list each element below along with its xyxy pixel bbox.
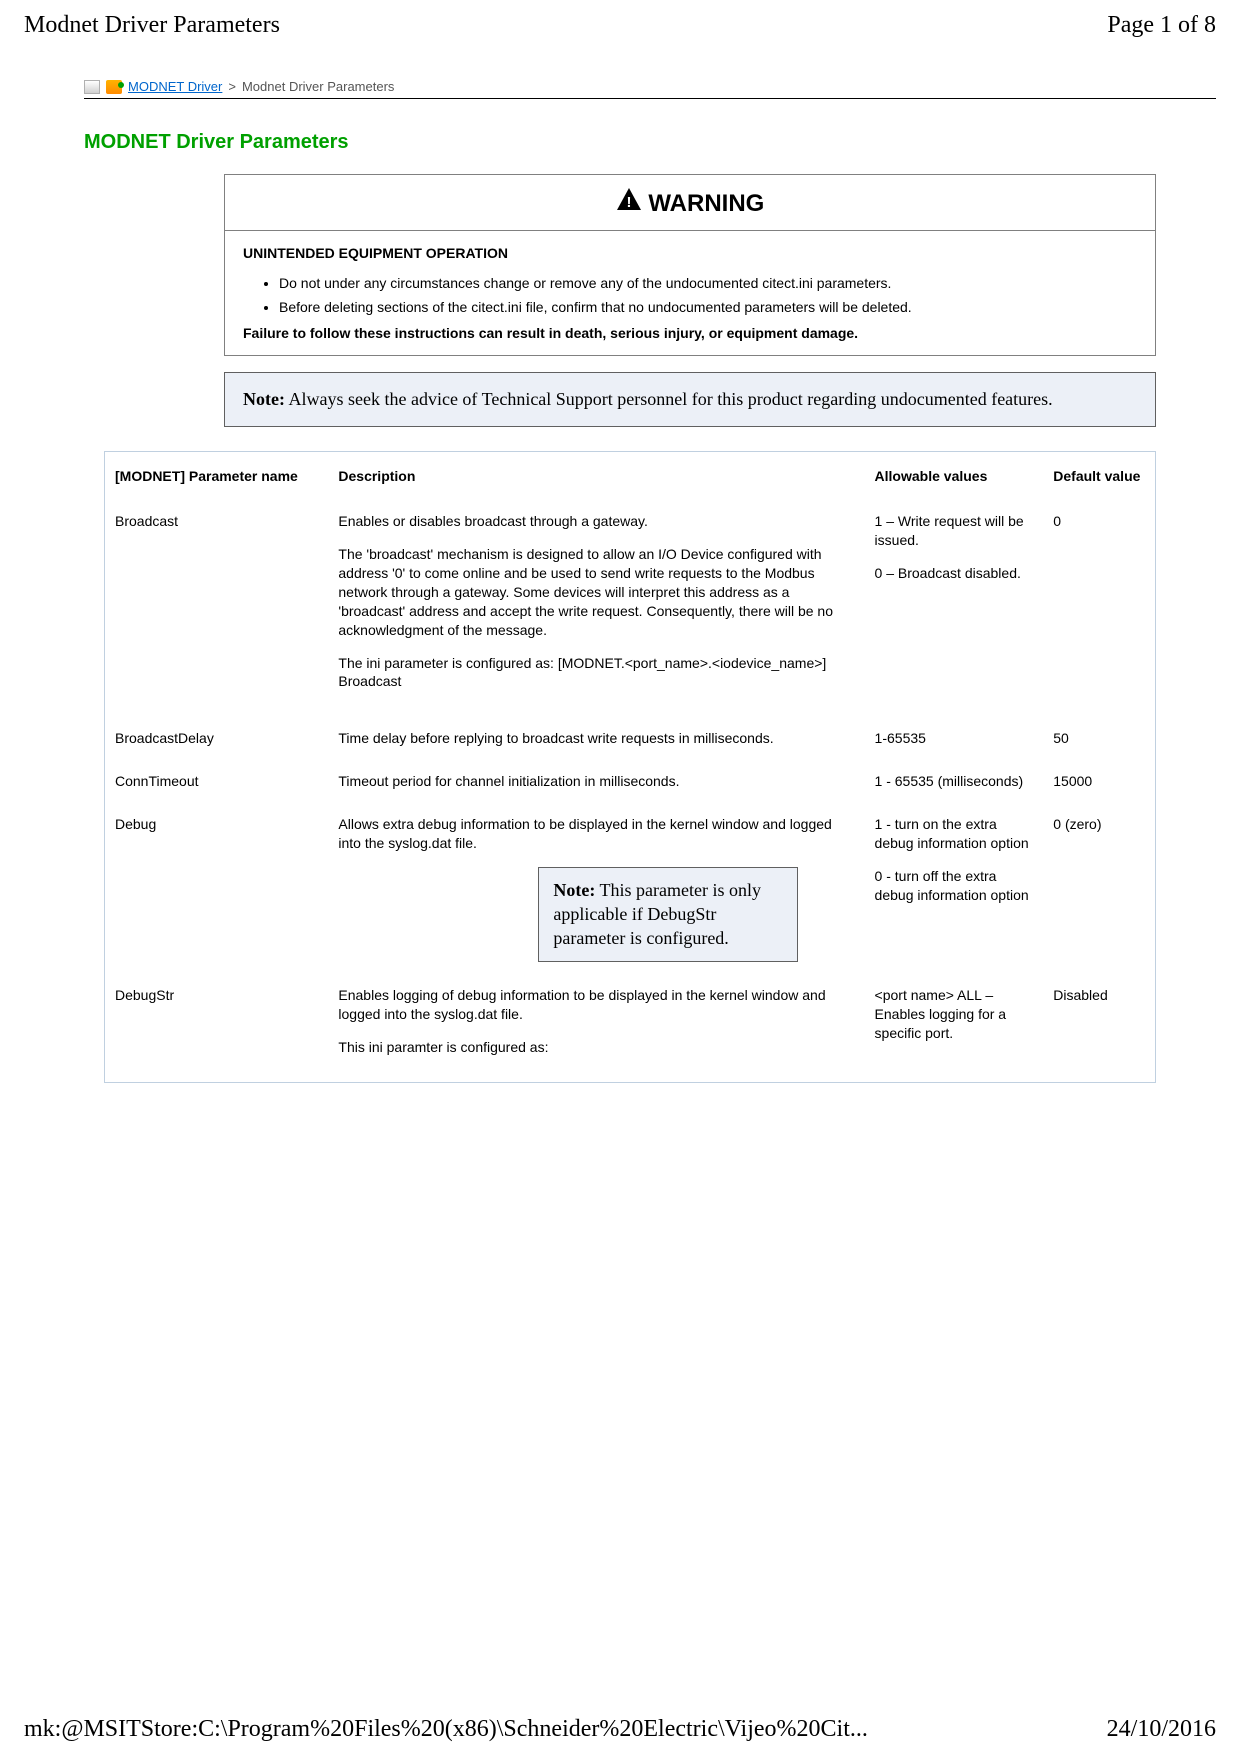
param-allowable: 0 - turn off the extra debug information… [875,867,1034,905]
footer-date: 24/10/2016 [1107,1716,1216,1743]
param-default: 15000 [1043,760,1155,803]
param-default: 0 (zero) [1043,803,1155,974]
param-allowable: 1 – Write request will be issued. [875,512,1034,550]
param-allowable: 1 - turn on the extra debug information … [875,815,1034,853]
param-allowable: <port name> ALL – Enables logging for a … [865,974,1044,1083]
col-header-allowable: Allowable values [865,452,1044,500]
breadcrumb-current: Modnet Driver Parameters [242,79,394,94]
page-number: Page 1 of 8 [1107,12,1216,39]
param-default: 0 [1043,500,1155,717]
footer-path: mk:@MSITStore:C:\Program%20Files%20(x86)… [24,1716,868,1743]
param-allowable: 0 – Broadcast disabled. [875,564,1034,583]
warning-header-text: WARNING [648,190,764,217]
param-desc: Time delay before replying to broadcast … [328,717,864,760]
param-desc: Allows extra debug information to be dis… [338,815,854,853]
param-default: Disabled [1043,974,1155,1083]
param-desc: The ini parameter is configured as: [MOD… [338,654,854,692]
breadcrumb: MODNET Driver > Modnet Driver Parameters [24,79,1216,94]
breadcrumb-link-modnet-driver[interactable]: MODNET Driver [128,79,222,94]
divider [84,98,1216,99]
warning-bullet: Before deleting sections of the citect.i… [279,299,1137,315]
svg-text:!: ! [626,194,631,211]
param-name: Broadcast [105,500,328,717]
page-header-title: Modnet Driver Parameters [24,12,280,39]
warning-box: ! WARNING UNINTENDED EQUIPMENT OPERATION… [224,174,1156,356]
page-title: MODNET Driver Parameters [84,131,1156,154]
param-default: 50 [1043,717,1155,760]
col-header-default: Default value [1043,452,1155,500]
param-name: BroadcastDelay [105,717,328,760]
breadcrumb-separator: > [228,79,236,94]
warning-failure-text: Failure to follow these instructions can… [243,325,1137,341]
note-box: Note: Always seek the advice of Technica… [224,372,1156,427]
inner-note-box: Note: This parameter is only applicable … [538,867,798,962]
param-desc: Enables or disables broadcast through a … [338,512,854,531]
note-text: Always seek the advice of Technical Supp… [285,389,1053,409]
param-name: Debug [105,803,328,974]
warning-bullet: Do not under any circumstances change or… [279,275,1137,291]
param-name: ConnTimeout [105,760,328,803]
warning-triangle-icon: ! [616,187,642,218]
col-header-description: Description [328,452,864,500]
param-desc: This ini paramter is configured as: [338,1038,854,1057]
page-icon [84,80,100,94]
book-icon [106,80,122,94]
param-desc: Enables logging of debug information to … [338,986,854,1024]
warning-subheading: UNINTENDED EQUIPMENT OPERATION [243,245,1137,261]
param-name: DebugStr [105,974,328,1083]
note-label: Note: [243,389,285,409]
param-allowable: 1 - 65535 (milliseconds) [865,760,1044,803]
inner-note-label: Note: [553,880,595,900]
param-desc: The 'broadcast' mechanism is designed to… [338,545,854,639]
parameters-table: [MODNET] Parameter name Description Allo… [105,452,1155,1082]
param-allowable: 1-65535 [865,717,1044,760]
col-header-name: [MODNET] Parameter name [105,452,328,500]
param-desc: Timeout period for channel initializatio… [328,760,864,803]
